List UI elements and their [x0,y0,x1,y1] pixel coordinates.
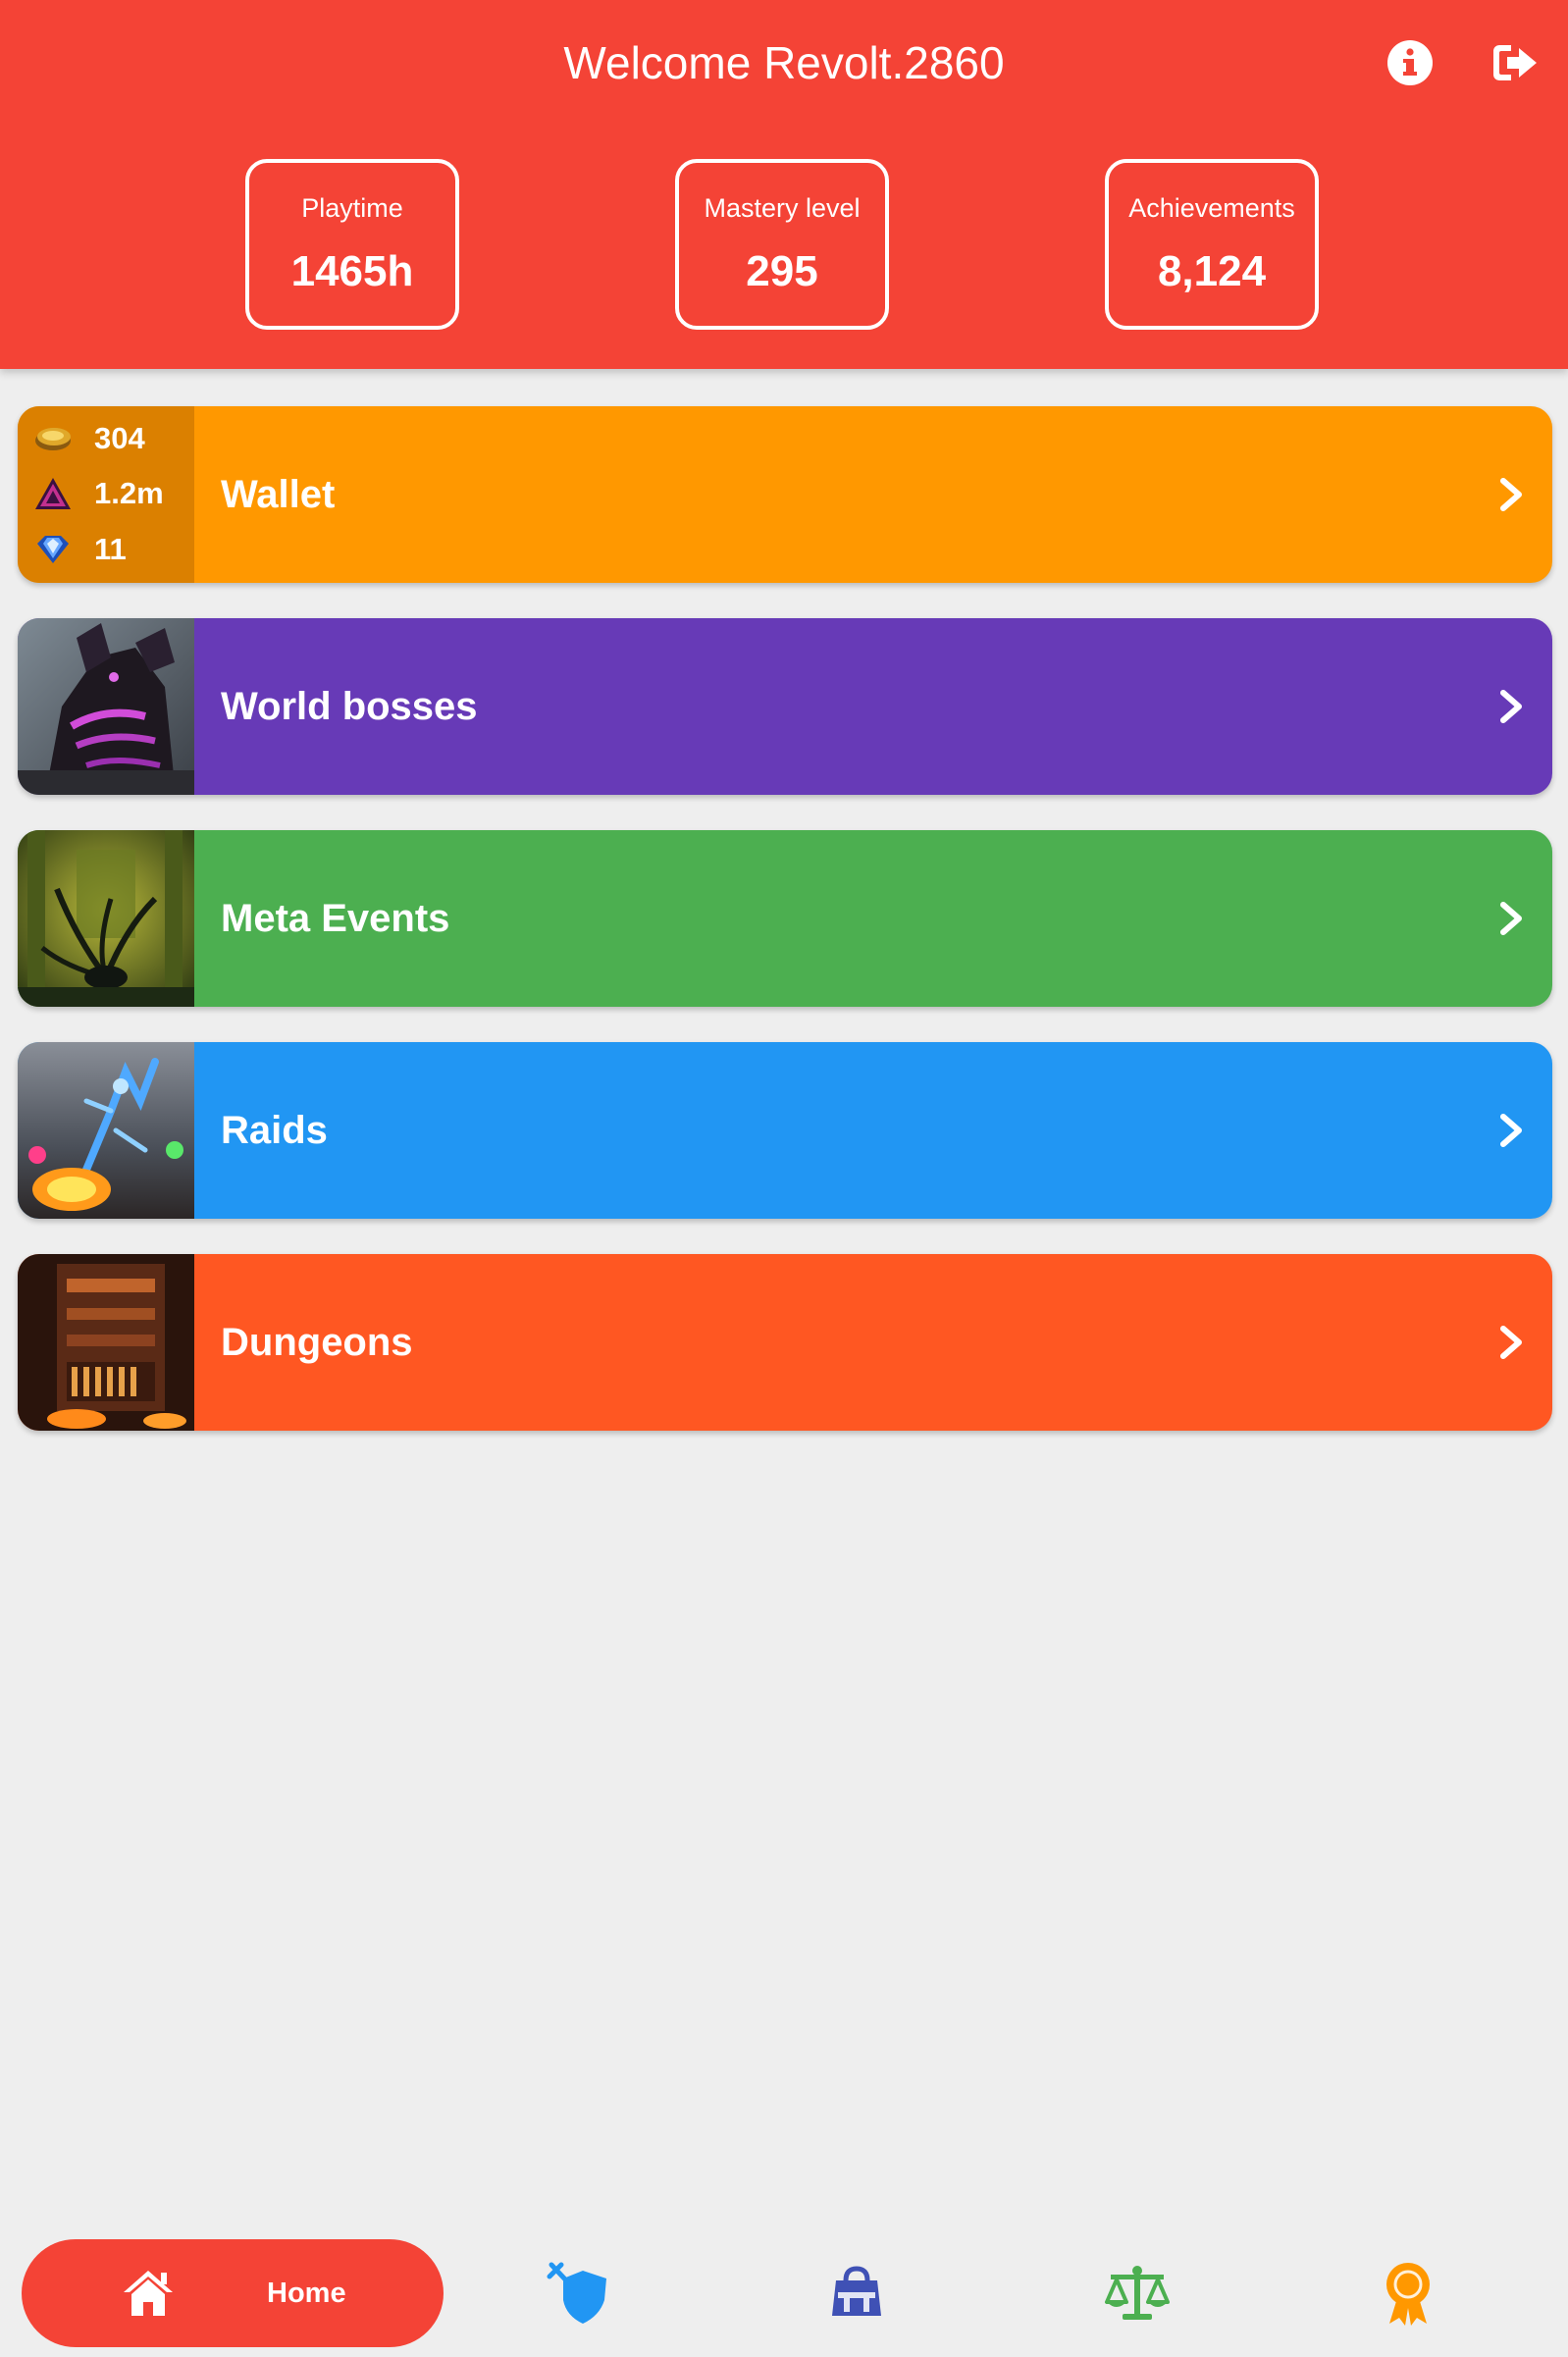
raids-card[interactable]: Raids [18,1042,1552,1219]
nav-achievements-tab[interactable] [1374,2259,1442,2328]
bottom-navigation: Home [0,2227,1568,2357]
tentacle-thumbnail [18,830,194,1007]
wallet-summary: 304 1.2m 11 [18,406,194,583]
logout-button[interactable] [1491,39,1539,86]
stat-value: 1465h [290,247,414,295]
welcome-username: Revolt.2860 [763,37,1005,88]
wallet-label: Wallet [221,473,336,516]
nav-trading-tab[interactable] [1103,2259,1172,2328]
nav-home-label: Home [267,2278,346,2309]
nav-home-tab[interactable]: Home [22,2239,444,2347]
dungeon-thumbnail [18,1254,194,1431]
trading-scale-icon [1105,2266,1170,2320]
meta-events-thumbnail [18,830,194,1007]
store-icon [832,2266,881,2316]
meta-events-card[interactable]: Meta Events [18,830,1552,1007]
stat-value: 295 [746,247,818,295]
raid-thumbnail [18,1042,194,1219]
dragon-thumbnail [18,618,194,795]
raids-thumbnail [18,1042,194,1219]
home-icon [124,2271,173,2316]
welcome-prefix: Welcome [563,37,752,88]
sign-out-icon [1493,45,1537,80]
dungeons-label: Dungeons [221,1321,413,1364]
world-bosses-thumbnail [18,618,194,795]
app-header: Welcome Revolt.2860 Playtime 1465h Maste… [0,0,1568,369]
welcome-title: Welcome Revolt.2860 [0,35,1568,90]
wallet-card[interactable]: 304 1.2m 11 Wallet [18,406,1552,583]
info-button[interactable] [1386,39,1434,86]
meta-events-label: Meta Events [221,897,450,940]
stat-mastery-level: Mastery level 295 [675,159,889,330]
chevron-right-icon [1500,902,1522,935]
wallet-gold: 304 [33,417,190,460]
dungeons-thumbnail [18,1254,194,1431]
chevron-right-icon [1500,1326,1522,1359]
stat-label: Playtime [301,193,403,223]
karma-amount: 1.2m [94,476,164,510]
wallet-gems: 11 [33,528,190,571]
stat-label: Mastery level [704,193,861,223]
chevron-right-icon [1500,690,1522,723]
pvp-shield-icon [547,2262,606,2324]
nav-pvp-tab[interactable] [546,2259,614,2328]
wallet-karma: 1.2m [33,472,190,515]
gold-coin-icon [35,428,71,450]
gem-icon [37,536,69,563]
world-bosses-label: World bosses [221,685,478,728]
achievement-ribbon-icon [1386,2263,1430,2326]
karma-icon [35,478,71,509]
world-bosses-card[interactable]: World bosses [18,618,1552,795]
stat-playtime: Playtime 1465h [245,159,459,330]
chevron-right-icon [1500,478,1522,511]
stat-achievements: Achievements 8,124 [1105,159,1319,330]
stat-value: 8,124 [1157,247,1267,295]
gems-amount: 11 [94,532,127,566]
raids-label: Raids [221,1109,328,1152]
info-circle-icon [1387,40,1433,85]
gold-amount: 304 [94,421,145,455]
stat-label: Achievements [1128,193,1295,223]
nav-store-tab[interactable] [822,2259,891,2328]
chevron-right-icon [1500,1114,1522,1147]
dungeons-card[interactable]: Dungeons [18,1254,1552,1431]
